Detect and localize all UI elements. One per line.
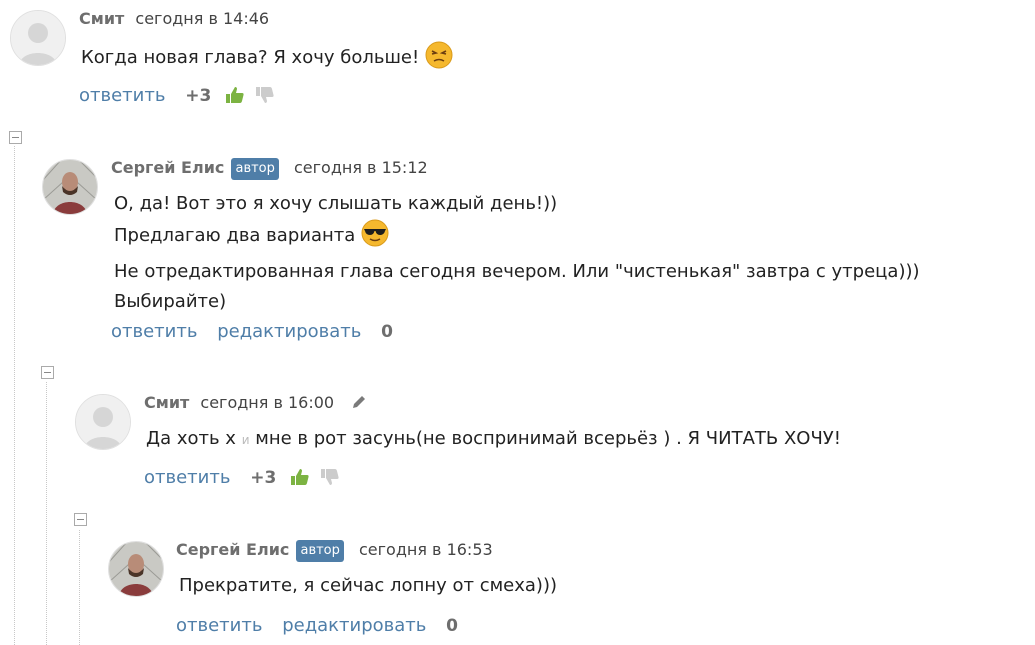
author-badge: автор <box>296 540 344 562</box>
reply-button[interactable]: ответить <box>111 321 197 342</box>
comment-text-part: мне в рот засунь(не воспринимай всерьёз … <box>255 428 841 449</box>
unamused-face-icon <box>425 41 453 79</box>
comment-line: Прекратите, я сейчас лопну от смеха))) <box>179 575 557 596</box>
comment-text: Прекратите, я сейчас лопну от смеха))) <box>179 571 557 601</box>
thumb-down-icon[interactable] <box>320 468 340 493</box>
edit-button[interactable]: редактировать <box>217 321 361 342</box>
thread-line-level-2 <box>46 382 47 645</box>
comment-author[interactable]: Сергей Елис <box>176 540 289 559</box>
default-avatar-icon[interactable] <box>75 394 131 450</box>
comment-author[interactable]: Смит <box>79 9 124 28</box>
comment-text: О, да! Вот это я хочу слышать каждый ден… <box>114 189 920 317</box>
collapse-thread-toggle[interactable] <box>74 513 87 526</box>
collapse-thread-toggle[interactable] <box>9 131 22 144</box>
vote-score: +3 <box>185 86 212 106</box>
reply-button[interactable]: ответить <box>79 85 165 106</box>
vote-score: 0 <box>446 616 458 636</box>
comment-line: Когда новая глава? Я хочу больше! <box>81 47 420 68</box>
comment-date[interactable]: сегодня в 14:46 <box>135 9 269 28</box>
comment-text: Да хоть х и мне в рот засунь(не восприни… <box>146 424 841 455</box>
vote-score: 0 <box>381 322 393 342</box>
comment-line: Выбирайте) <box>114 291 227 312</box>
comment-author[interactable]: Смит <box>144 393 189 412</box>
comment-date[interactable]: сегодня в 16:53 <box>359 540 493 559</box>
censored-word: и <box>241 433 250 447</box>
reply-button[interactable]: ответить <box>144 467 230 488</box>
default-avatar-icon[interactable] <box>10 10 66 66</box>
reply-button[interactable]: ответить <box>176 615 262 636</box>
thread-line-level-1 <box>14 146 15 645</box>
comment-author[interactable]: Сергей Елис <box>111 158 224 177</box>
comment-line: О, да! Вот это я хочу слышать каждый ден… <box>114 193 558 214</box>
pencil-icon[interactable] <box>351 394 367 415</box>
author-badge: автор <box>231 158 279 180</box>
author-avatar-icon[interactable] <box>42 159 98 215</box>
thumb-down-icon[interactable] <box>255 86 275 111</box>
thumb-up-icon[interactable] <box>225 86 245 111</box>
comment-line: Предлагаю два варианта <box>114 225 356 246</box>
thread-line-level-3 <box>79 530 80 645</box>
thumb-up-icon[interactable] <box>290 468 310 493</box>
sunglasses-face-icon <box>361 219 389 257</box>
comment-text-part: Да хоть х <box>146 428 236 449</box>
vote-score: +3 <box>250 468 277 488</box>
edit-button[interactable]: редактировать <box>282 615 426 636</box>
comment-text: Когда новая глава? Я хочу больше! <box>81 41 453 79</box>
comment-date[interactable]: сегодня в 16:00 <box>200 393 334 412</box>
comment-date[interactable]: сегодня в 15:12 <box>294 158 428 177</box>
comment-line: Не отредактированная глава сегодня вечер… <box>114 261 920 282</box>
author-avatar-icon[interactable] <box>108 541 164 597</box>
collapse-thread-toggle[interactable] <box>41 366 54 379</box>
